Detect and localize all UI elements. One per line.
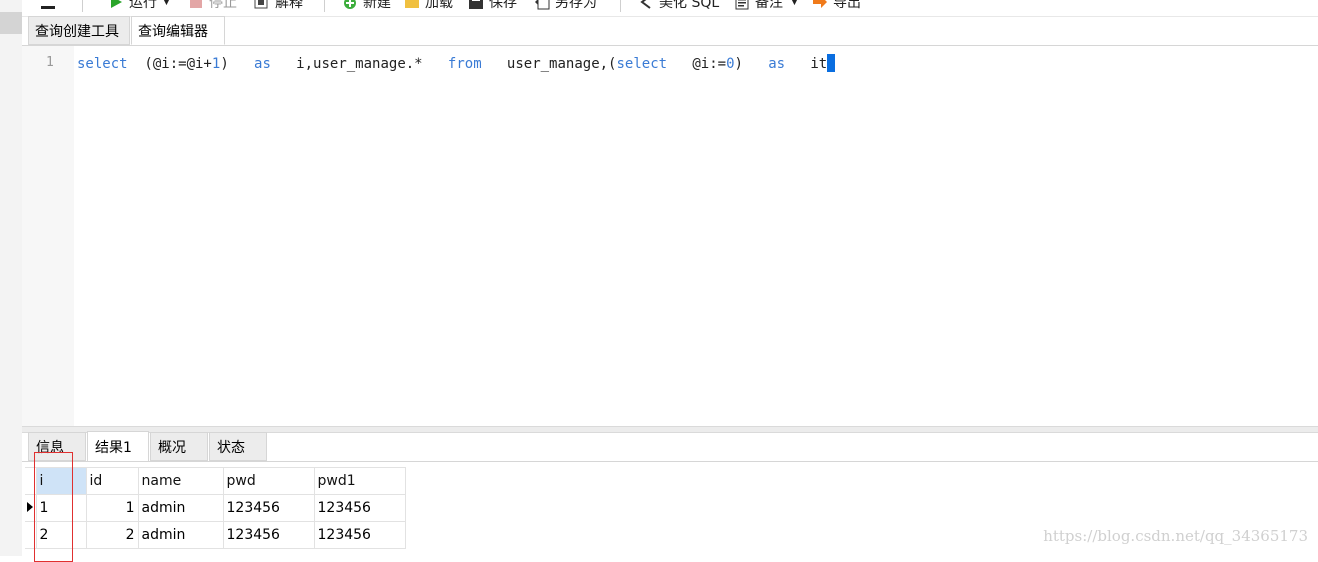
line-number: 1 [46, 55, 54, 70]
tab-query-editor[interactable]: 查询编辑器 [131, 16, 225, 45]
sql-keyword: as [254, 56, 271, 72]
sql-text: user_manage,( [481, 56, 617, 72]
toolbar-separator [324, 0, 325, 12]
stop-label: 停止 [209, 0, 237, 11]
save-as-icon [534, 0, 550, 10]
toolbar-separator [82, 0, 83, 12]
cell-name[interactable]: admin [137, 494, 224, 522]
watermark: https://blog.csdn.net/qq_34365173 [1043, 527, 1308, 545]
grid-header-row: i id name pwd pwd1 [25, 467, 406, 495]
sql-text: ) [734, 56, 769, 72]
explain-icon [254, 0, 270, 10]
result-grid[interactable]: i id name pwd pwd1 1 1 admin 123456 1234… [25, 467, 406, 549]
sql-text: @i:= [667, 56, 727, 72]
query-toolbar: 运行 ▼ 停止 解释 新建 加载 保存 另存为 美化 SQL 备注 ▼ 导出 [22, 0, 1318, 17]
play-icon [108, 0, 124, 10]
tab-query-builder[interactable]: 查询创建工具 [28, 16, 130, 45]
column-header-id[interactable]: id [85, 467, 139, 495]
menu-icon [40, 0, 56, 10]
left-panel-strip [0, 0, 22, 556]
beautify-sql-button[interactable]: 美化 SQL [638, 0, 719, 12]
stop-button[interactable]: 停止 [188, 0, 237, 12]
red-highlight-box [34, 452, 73, 562]
cell-name[interactable]: admin [137, 521, 224, 549]
current-row-icon [27, 502, 33, 512]
sql-text: it [785, 56, 828, 72]
tab-status[interactable]: 状态 [209, 432, 267, 461]
text-cursor [827, 54, 836, 72]
column-header-pwd[interactable]: pwd [222, 467, 315, 495]
column-header-pwd1[interactable]: pwd1 [313, 467, 406, 495]
cell-id[interactable]: 1 [85, 494, 139, 522]
left-panel-marker [0, 12, 22, 34]
note-icon [734, 0, 750, 10]
line-number-gutter: 1 [22, 46, 74, 426]
save-as-label: 另存为 [555, 0, 597, 11]
sql-editor[interactable]: 1 select (@i:=@i+1) as i,user_manage.* f… [22, 46, 1318, 426]
stop-icon [188, 0, 204, 10]
new-icon [342, 0, 358, 10]
export-icon [812, 0, 828, 10]
new-query-button[interactable]: 新建 [342, 0, 391, 12]
save-button[interactable]: 保存 [468, 0, 517, 12]
snippet-dropdown-icon[interactable]: ▼ [791, 0, 798, 7]
beautify-sql-label: 美化 SQL [659, 0, 720, 11]
cell-pwd[interactable]: 123456 [222, 521, 315, 549]
cell-pwd[interactable]: 123456 [222, 494, 315, 522]
toolbar-separator [620, 0, 621, 12]
run-dropdown-icon[interactable]: ▼ [163, 0, 170, 7]
sql-text: (@i:=@i+ [127, 56, 212, 72]
sql-keyword: from [447, 56, 482, 72]
cell-pwd1[interactable]: 123456 [313, 494, 406, 522]
snippet-button[interactable]: 备注 ▼ [734, 0, 798, 12]
beautify-icon [638, 0, 654, 10]
cell-pwd1[interactable]: 123456 [313, 521, 406, 549]
sql-text: ) [220, 56, 255, 72]
new-label: 新建 [363, 0, 391, 11]
folder-icon [404, 0, 420, 10]
column-header-name[interactable]: name [137, 467, 224, 495]
export-label: 导出 [833, 0, 861, 11]
result-tab-divider [22, 461, 1318, 462]
save-as-button[interactable]: 另存为 [534, 0, 597, 12]
sql-code-line[interactable]: select (@i:=@i+1) as i,user_manage.* fro… [77, 54, 836, 72]
run-label: 运行 [129, 0, 157, 11]
table-row[interactable]: 1 1 admin 123456 123456 [25, 494, 406, 522]
sql-keyword: as [768, 56, 786, 72]
tab-result-1[interactable]: 结果1 [87, 431, 149, 462]
save-label: 保存 [489, 0, 517, 11]
menu-button[interactable] [40, 0, 61, 12]
sql-keyword: select [616, 56, 668, 72]
snippet-label: 备注 [755, 0, 783, 11]
tab-profile[interactable]: 概况 [150, 432, 208, 461]
save-icon [468, 0, 484, 10]
sql-keyword: select [77, 56, 128, 72]
table-row[interactable]: 2 2 admin 123456 123456 [25, 521, 406, 549]
explain-label: 解释 [275, 0, 303, 11]
cell-id[interactable]: 2 [85, 521, 139, 549]
load-label: 加载 [425, 0, 453, 11]
export-button[interactable]: 导出 [812, 0, 861, 12]
run-button[interactable]: 运行 ▼ [108, 0, 170, 12]
sql-number: 0 [726, 56, 735, 72]
explain-button[interactable]: 解释 [254, 0, 303, 12]
load-button[interactable]: 加载 [404, 0, 453, 12]
sql-text: i,user_manage.* [270, 56, 448, 72]
